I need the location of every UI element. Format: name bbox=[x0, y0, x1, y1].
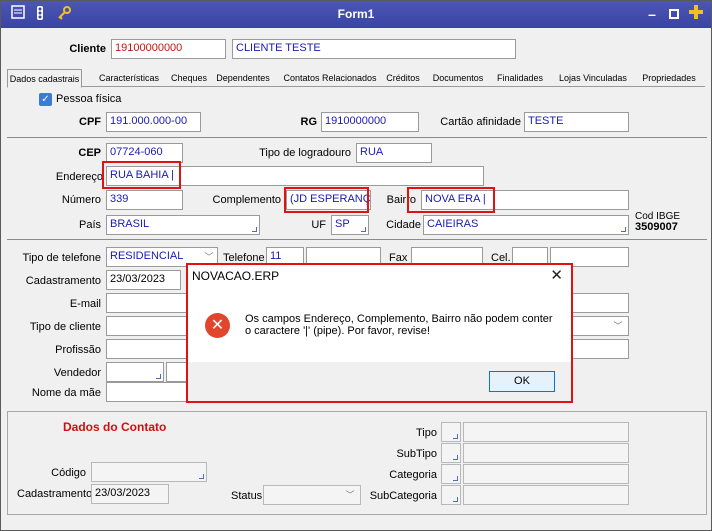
chevron-down-icon[interactable]: ﹀ bbox=[343, 488, 357, 502]
error-icon: ✕ bbox=[205, 313, 230, 338]
main-window: Form1 – Cliente 19100000000 CLIENTE TEST… bbox=[0, 0, 712, 531]
categoria-field[interactable] bbox=[463, 464, 629, 484]
cod-ibge-value: 3509007 bbox=[635, 221, 678, 233]
tab-lojas-vinculadas[interactable]: Lojas Vinculadas bbox=[553, 69, 633, 87]
uf-label: UF bbox=[311, 219, 326, 231]
cliente-code-field[interactable]: 19100000000 bbox=[111, 39, 226, 59]
complemento-field[interactable]: (JD ESPERANÇA bbox=[286, 190, 371, 210]
error-dialog: NOVACAO.ERP ✕ ✕ Os campos Endereço, Comp… bbox=[186, 263, 573, 403]
tipo-cliente-select[interactable] bbox=[106, 316, 188, 336]
vendedor-name-field[interactable] bbox=[166, 362, 188, 382]
bairro-label: Bairro bbox=[386, 194, 416, 206]
tab-dados-cadastrais[interactable]: Dados cadastrais bbox=[7, 69, 82, 88]
cartao-afinidade-label: Cartão afinidade bbox=[440, 116, 521, 128]
cep-field[interactable]: 07724-060 bbox=[106, 143, 183, 163]
cliente-name-field[interactable]: CLIENTE TESTE bbox=[232, 39, 516, 59]
add-button[interactable] bbox=[687, 4, 705, 24]
tab-dependentes[interactable]: Dependentes bbox=[213, 69, 273, 87]
cidade-label: Cidade bbox=[386, 219, 421, 231]
subcategoria-label: SubCategoria bbox=[369, 490, 437, 502]
categoria-code-field[interactable] bbox=[441, 464, 461, 484]
subtipo-code-field[interactable] bbox=[441, 443, 461, 463]
tipo-field[interactable] bbox=[463, 422, 629, 442]
tipo-code-field[interactable] bbox=[441, 422, 461, 442]
rg-label: RG bbox=[300, 116, 318, 128]
title-bar: Form1 – bbox=[1, 1, 711, 28]
chevron-down-icon[interactable]: ﹀ bbox=[611, 319, 625, 333]
status-label: Status bbox=[231, 490, 263, 502]
pessoa-fisica-label: Pessoa física bbox=[56, 93, 122, 105]
subtipo-field[interactable] bbox=[463, 443, 629, 463]
categoria-label: Categoria bbox=[389, 469, 437, 481]
numero-field[interactable]: 339 bbox=[106, 190, 183, 210]
tipo-telefone-label: Tipo de telefone bbox=[22, 252, 101, 264]
cadastramento-label: Cadastramento bbox=[25, 275, 101, 287]
profissao-field[interactable] bbox=[106, 339, 188, 359]
divider bbox=[7, 239, 707, 240]
tab-creditos[interactable]: Créditos bbox=[383, 69, 423, 87]
profissao-label: Profissão bbox=[55, 344, 101, 356]
nome-mae-label: Nome da mãe bbox=[31, 387, 101, 399]
tipo-cliente-label: Tipo de cliente bbox=[29, 321, 101, 333]
subtipo-label: SubTipo bbox=[396, 448, 437, 460]
numero-label: Número bbox=[61, 194, 101, 206]
tipo-logradouro-label: Tipo de logradouro bbox=[259, 147, 351, 159]
vendedor-field[interactable] bbox=[106, 362, 164, 382]
contato-cadastramento-field[interactable]: 23/03/2023 bbox=[91, 484, 169, 504]
tab-finalidades[interactable]: Finalidades bbox=[495, 69, 545, 87]
tab-caracteristicas[interactable]: Características bbox=[93, 69, 165, 87]
subcategoria-code-field[interactable] bbox=[441, 485, 461, 505]
dialog-message: Os campos Endereço, Complemento, Bairro … bbox=[245, 313, 553, 337]
dialog-footer: OK bbox=[188, 362, 571, 401]
dialog-title: NOVACAO.ERP bbox=[192, 269, 280, 283]
tab-propriedades[interactable]: Propriedades bbox=[639, 69, 699, 87]
cadastramento-field[interactable]: 23/03/2023 bbox=[106, 270, 181, 290]
email-field-right[interactable] bbox=[571, 293, 629, 313]
complemento-label: Complemento bbox=[212, 194, 281, 206]
cpf-field[interactable]: 191.000.000-00 bbox=[106, 112, 201, 132]
vendedor-label: Vendedor bbox=[53, 367, 101, 379]
rg-field[interactable]: 1910000000 bbox=[321, 112, 419, 132]
tipo-logradouro-field[interactable]: RUA bbox=[356, 143, 432, 163]
ok-button[interactable]: OK bbox=[489, 371, 555, 392]
chevron-down-icon[interactable]: ﹀ bbox=[202, 250, 216, 264]
endereco-field[interactable]: RUA BAHIA | bbox=[106, 166, 484, 186]
cliente-label: Cliente bbox=[69, 43, 106, 55]
codigo-field[interactable] bbox=[91, 462, 207, 482]
tab-contatos-relacionados[interactable]: Contatos Relacionados bbox=[281, 69, 379, 87]
minimize-button[interactable]: – bbox=[643, 4, 661, 24]
cidade-field[interactable]: CAIEIRAS bbox=[423, 215, 629, 235]
tipo-label: Tipo bbox=[416, 427, 437, 439]
nome-mae-field[interactable] bbox=[106, 382, 188, 402]
endereco-label: Endereço bbox=[55, 171, 103, 183]
close-icon[interactable]: ✕ bbox=[550, 267, 563, 285]
dialog-body: ✕ Os campos Endereço, Complemento, Bairr… bbox=[188, 289, 571, 362]
dados-contato-title: Dados do Contato bbox=[63, 420, 167, 434]
divider bbox=[7, 137, 707, 138]
tab-cheques[interactable]: Cheques bbox=[167, 69, 211, 87]
codigo-label: Código bbox=[51, 467, 86, 479]
pais-field[interactable]: BRASIL bbox=[106, 215, 260, 235]
email-label: E-mail bbox=[69, 298, 101, 310]
subcategoria-field[interactable] bbox=[463, 485, 629, 505]
bairro-field[interactable]: NOVA ERA | bbox=[421, 190, 629, 210]
tab-bar: Dados cadastrais Características Cheques… bbox=[7, 69, 705, 88]
profissao-field-right[interactable] bbox=[571, 339, 629, 359]
contato-cadastramento-label: Cadastramento bbox=[17, 488, 93, 500]
tab-documentos[interactable]: Documentos bbox=[427, 69, 489, 87]
email-field[interactable] bbox=[106, 293, 188, 313]
cartao-afinidade-field[interactable]: TESTE bbox=[524, 112, 629, 132]
cpf-label: CPF bbox=[79, 116, 101, 128]
uf-field[interactable]: SP bbox=[331, 215, 369, 235]
cep-label: CEP bbox=[78, 147, 101, 159]
pessoa-fisica-checkbox[interactable]: ✓ bbox=[39, 93, 52, 106]
pais-label: País bbox=[78, 219, 101, 231]
maximize-button[interactable] bbox=[665, 4, 683, 24]
window-title: Form1 bbox=[337, 7, 375, 21]
